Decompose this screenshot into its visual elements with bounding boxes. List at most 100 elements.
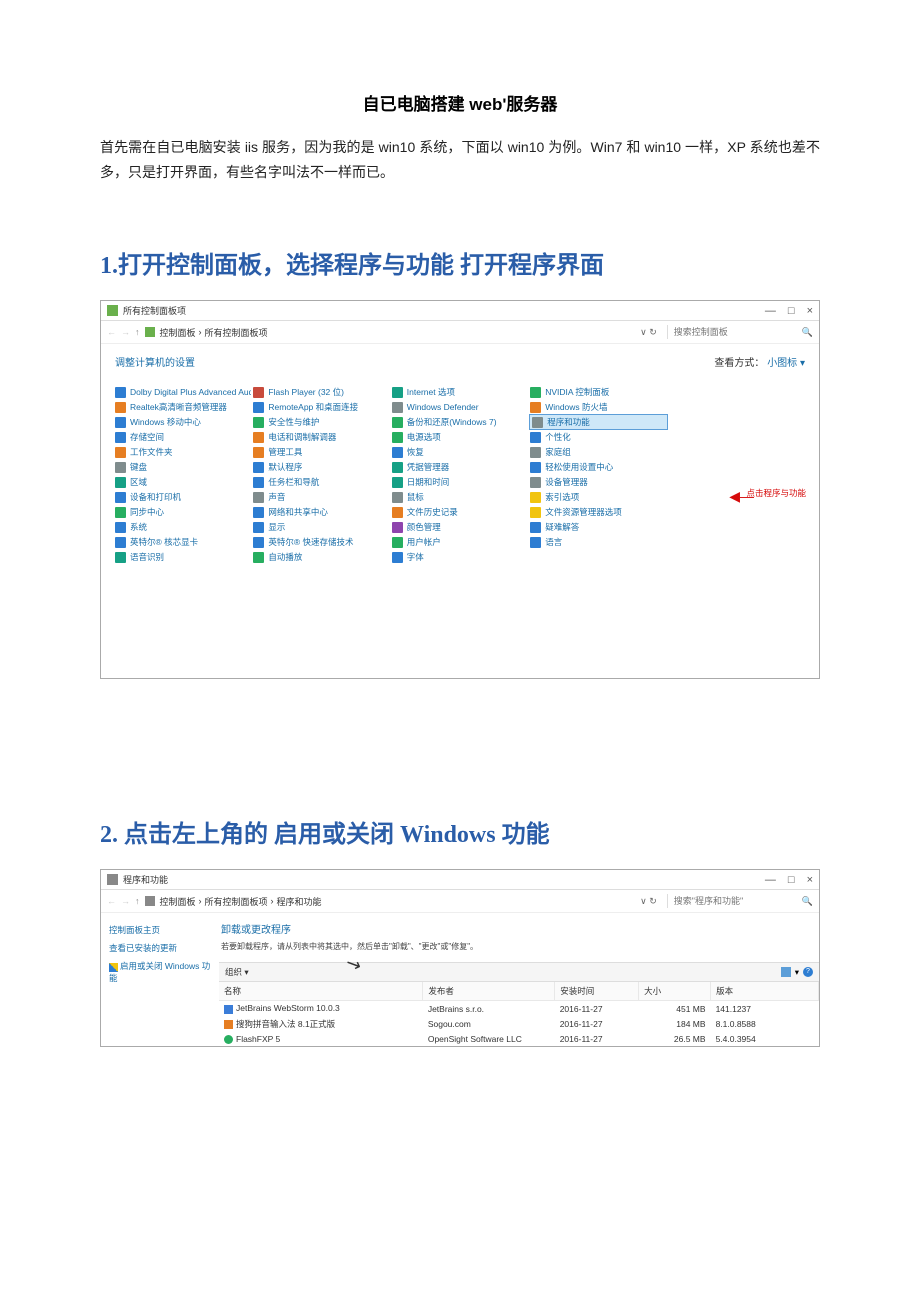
control-panel-item[interactable]: Flash Player (32 位): [253, 385, 389, 399]
search-input[interactable]: [667, 894, 797, 908]
up-button[interactable]: ↑: [135, 327, 140, 337]
refresh-button[interactable]: ∨ ↻: [640, 896, 657, 907]
control-panel-item[interactable]: 颜色管理: [392, 520, 528, 534]
control-panel-item[interactable]: 鼠标: [392, 490, 528, 504]
col-version[interactable]: 版本: [711, 982, 819, 1001]
control-panel-item[interactable]: Windows Defender: [392, 400, 528, 414]
cp-item-icon: [115, 462, 126, 473]
cp-item-label: 用户帐户: [407, 536, 441, 548]
sidebar-home[interactable]: 控制面板主页: [109, 921, 211, 939]
control-panel-item[interactable]: 轻松使用设置中心: [530, 460, 666, 474]
control-panel-item[interactable]: 文件资源管理器选项: [530, 505, 666, 519]
control-panel-item[interactable]: 程序和功能: [530, 415, 666, 429]
crumb-all-items[interactable]: 所有控制面板项: [205, 326, 268, 339]
table-row[interactable]: FlashFXP 5OpenSight Software LLC2016-11-…: [219, 1032, 819, 1046]
sidebar-windows-features[interactable]: 启用或关闭 Windows 功能: [109, 957, 211, 987]
refresh-button[interactable]: ∨ ↻: [640, 327, 657, 338]
help-icon[interactable]: ?: [803, 967, 813, 977]
control-panel-item[interactable]: NVIDIA 控制面板: [530, 385, 666, 399]
control-panel-item[interactable]: 个性化: [530, 430, 666, 444]
control-panel-item[interactable]: 备份和还原(Windows 7): [392, 415, 528, 429]
crumb-control-panel[interactable]: 控制面板: [160, 895, 196, 908]
location-icon: [145, 896, 155, 906]
control-panel-item[interactable]: Windows 移动中心: [115, 415, 251, 429]
control-panel-item[interactable]: 区域: [115, 475, 251, 489]
maximize-button[interactable]: □: [788, 305, 795, 317]
table-row[interactable]: JetBrains WebStorm 10.0.3JetBrains s.r.o…: [219, 1001, 819, 1016]
control-panel-item[interactable]: 自动播放: [253, 550, 389, 564]
control-panel-item[interactable]: 系统: [115, 520, 251, 534]
control-panel-item[interactable]: 存储空间: [115, 430, 251, 444]
control-panel-item[interactable]: 恢复: [392, 445, 528, 459]
control-panel-item[interactable]: 家庭组: [530, 445, 666, 459]
control-panel-item[interactable]: 工作文件夹: [115, 445, 251, 459]
control-panel-item[interactable]: 任务栏和导航: [253, 475, 389, 489]
cp-item-icon: [392, 447, 403, 458]
search-input[interactable]: [667, 325, 797, 339]
crumb-all-items[interactable]: 所有控制面板项: [205, 895, 268, 908]
view-mode-dropdown[interactable]: 小图标 ▾: [767, 358, 805, 369]
view-arrow-icon[interactable]: ▾: [795, 967, 799, 978]
minimize-button[interactable]: —: [765, 874, 776, 886]
control-panel-item[interactable]: 疑难解答: [530, 520, 666, 534]
control-panel-item[interactable]: 文件历史记录: [392, 505, 528, 519]
back-button[interactable]: ←: [107, 896, 116, 906]
minimize-button[interactable]: —: [765, 305, 776, 317]
up-button[interactable]: ↑: [135, 896, 140, 906]
control-panel-item[interactable]: 凭据管理器: [392, 460, 528, 474]
control-panel-item[interactable]: 管理工具: [253, 445, 389, 459]
control-panel-item[interactable]: Internet 选项: [392, 385, 528, 399]
maximize-button[interactable]: □: [788, 874, 795, 886]
cp-item-icon: [392, 477, 403, 488]
control-panel-item[interactable]: 英特尔® 快速存储技术: [253, 535, 389, 549]
control-panel-item[interactable]: Dolby Digital Plus Advanced Audio: [115, 385, 251, 399]
cell-publisher: Sogou.com: [423, 1016, 555, 1032]
table-row[interactable]: 搜狗拼音输入法 8.1正式版Sogou.com2016-11-27184 MB8…: [219, 1016, 819, 1032]
col-size[interactable]: 大小: [639, 982, 711, 1001]
control-panel-item[interactable]: 用户帐户: [392, 535, 528, 549]
section-2-heading: 2. 点击左上角的 启用或关闭 Windows 功能: [100, 814, 820, 849]
control-panel-item: [669, 475, 805, 489]
control-panel-item[interactable]: 索引选项: [530, 490, 666, 504]
cp-item-icon: [115, 447, 126, 458]
crumb-programs[interactable]: 程序和功能: [277, 895, 322, 908]
control-panel-item[interactable]: 语音识别: [115, 550, 251, 564]
forward-button[interactable]: →: [121, 896, 130, 906]
control-panel-item[interactable]: 网络和共享中心: [253, 505, 389, 519]
control-panel-item: [669, 430, 805, 444]
control-panel-item[interactable]: RemoteApp 和桌面连接: [253, 400, 389, 414]
control-panel-item[interactable]: Realtek高清晰音频管理器: [115, 400, 251, 414]
forward-button[interactable]: →: [121, 327, 130, 337]
control-panel-item[interactable]: 设备和打印机: [115, 490, 251, 504]
crumb-control-panel[interactable]: 控制面板: [160, 326, 196, 339]
search-icon[interactable]: 🔍: [802, 327, 813, 338]
breadcrumb[interactable]: 控制面板 › 所有控制面板项: [160, 326, 636, 339]
control-panel-item[interactable]: 设备管理器: [530, 475, 666, 489]
organize-dropdown[interactable]: 组织 ▾: [225, 966, 781, 978]
control-panel-item[interactable]: 声音: [253, 490, 389, 504]
control-panel-item: [669, 385, 805, 399]
view-switch-icon[interactable]: [781, 967, 791, 977]
breadcrumb[interactable]: 控制面板 › 所有控制面板项 › 程序和功能: [160, 895, 636, 908]
close-button[interactable]: ×: [807, 305, 813, 317]
control-panel-item[interactable]: 同步中心: [115, 505, 251, 519]
back-button[interactable]: ←: [107, 327, 116, 337]
cp-item-label: 电源选项: [407, 431, 441, 443]
control-panel-item[interactable]: 电话和调制解调器: [253, 430, 389, 444]
col-name[interactable]: 名称: [219, 982, 423, 1001]
search-icon[interactable]: 🔍: [802, 896, 813, 907]
control-panel-item[interactable]: 日期和时间: [392, 475, 528, 489]
control-panel-item[interactable]: 键盘: [115, 460, 251, 474]
control-panel-item[interactable]: 默认程序: [253, 460, 389, 474]
control-panel-item[interactable]: 安全性与维护: [253, 415, 389, 429]
control-panel-item[interactable]: 字体: [392, 550, 528, 564]
col-date[interactable]: 安装时间: [555, 982, 639, 1001]
control-panel-item[interactable]: 语言: [530, 535, 666, 549]
col-publisher[interactable]: 发布者: [423, 982, 555, 1001]
control-panel-item[interactable]: 电源选项: [392, 430, 528, 444]
close-button[interactable]: ×: [807, 874, 813, 886]
control-panel-item[interactable]: 英特尔® 核芯显卡: [115, 535, 251, 549]
control-panel-item[interactable]: 显示: [253, 520, 389, 534]
control-panel-item[interactable]: Windows 防火墙: [530, 400, 666, 414]
sidebar-updates[interactable]: 查看已安装的更新: [109, 939, 211, 957]
